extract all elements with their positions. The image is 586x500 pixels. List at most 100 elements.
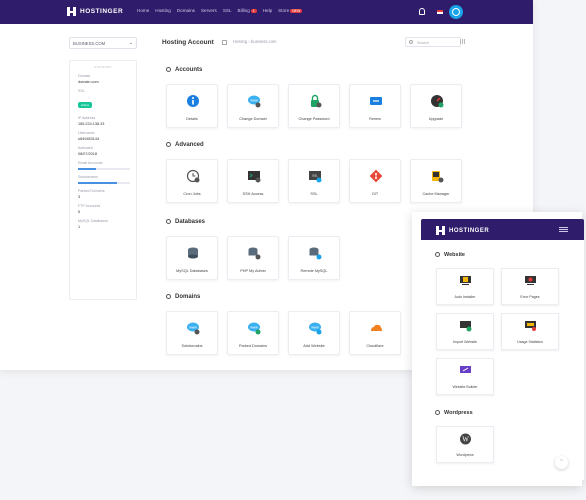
store-badge: NEW — [290, 9, 303, 13]
card-error-pages[interactable]: Error Pages — [501, 268, 559, 305]
ip-label: IP Address — [78, 116, 96, 120]
lock-icon — [311, 94, 322, 108]
card-cache-manager[interactable]: Cache Manager — [410, 159, 462, 203]
email-accounts-bar — [78, 168, 130, 170]
home-icon[interactable] — [222, 40, 227, 45]
card-renew[interactable]: Renew — [349, 84, 401, 128]
bell-icon[interactable] — [419, 8, 425, 15]
card-label: SSH Access — [242, 192, 264, 196]
ssl-status-badge: Active — [78, 102, 93, 108]
card-mysql-databases[interactable]: MySQL Databases — [166, 236, 218, 280]
section-advanced-label: Advanced — [175, 142, 204, 148]
chevron-down-icon: ⌄ — [128, 40, 133, 46]
top-navbar: HOSTINGER Home Hosting Domains Servers S… — [0, 0, 533, 24]
svg-text:www: www — [250, 326, 258, 330]
activated-value: 08/07/2018 — [78, 152, 98, 156]
card-php-my-admin[interactable]: PHP My Admin — [227, 236, 279, 280]
card-cloudflare[interactable]: Cloudflare — [349, 311, 401, 355]
ssl-label: SSL — [78, 89, 85, 93]
nav-store-label: Store — [278, 8, 290, 13]
breadcrumb[interactable]: Hosting › business.com — [233, 39, 277, 44]
card-subdomains[interactable]: www Subdomains — [166, 311, 218, 355]
email-accounts-label: Email Accounts — [78, 161, 103, 165]
nav-hosting[interactable]: Hosting — [155, 8, 171, 13]
hamburger-menu-icon[interactable] — [559, 227, 568, 232]
clock-icon — [186, 169, 200, 183]
error-page-icon — [525, 276, 536, 285]
globe-www-icon: www — [248, 95, 261, 108]
hostinger-logo-icon — [436, 226, 445, 235]
nav-domains[interactable]: Domains — [177, 8, 195, 13]
username-label: Username — [78, 131, 95, 135]
nav-ssl[interactable]: SSL — [223, 8, 232, 13]
domain-select[interactable]: BUSINESS.COM ⌄ — [69, 37, 137, 49]
section-wordpress-title: Wordpress — [435, 410, 473, 416]
nav-help[interactable]: Help — [263, 8, 272, 13]
card-ssh-access[interactable]: SSH Access — [227, 159, 279, 203]
language-flag-icon[interactable] — [437, 10, 443, 14]
card-label: Auto Installer — [454, 295, 476, 299]
card-auto-installer[interactable]: Auto Installer — [436, 268, 494, 305]
brand-logo[interactable]: HOSTINGER — [67, 7, 123, 16]
card-details[interactable]: Details — [166, 84, 218, 128]
website-builder-icon — [460, 366, 471, 373]
section-bullet-icon — [166, 142, 171, 147]
section-advanced-title: Advanced — [166, 142, 204, 148]
svg-text:SSL: SSL — [312, 174, 318, 178]
card-label: Wordpress — [456, 453, 474, 457]
card-add-website[interactable]: www Add Website — [288, 311, 340, 355]
card-usage-statistics[interactable]: Usage Statistics — [501, 313, 559, 350]
card-git[interactable]: GIT — [349, 159, 401, 203]
domain-value: domain.com — [78, 80, 99, 84]
card-parked-domains[interactable]: www Parked Domains — [227, 311, 279, 355]
nav-servers[interactable]: Servers — [201, 8, 217, 13]
mysql-databases-value: 1 — [78, 225, 81, 229]
mobile-brand-logo[interactable]: HOSTINGER — [436, 226, 489, 235]
nav-store[interactable]: Store NEW — [278, 8, 303, 13]
section-bullet-icon — [435, 410, 440, 415]
card-upgrade[interactable]: Upgrade — [410, 84, 462, 128]
remote-database-icon — [309, 247, 322, 260]
nav-home[interactable]: Home — [137, 8, 149, 13]
svg-text:www: www — [189, 326, 197, 330]
globe-www-icon: www — [248, 322, 261, 335]
ip-value: 185.224.138.33 — [78, 122, 105, 126]
card-cron-jobs[interactable]: Cron Jobs — [166, 159, 218, 203]
section-wordpress-label: Wordpress — [444, 410, 473, 416]
svg-text:www: www — [311, 326, 319, 330]
account-header: ACCOUNT — [94, 65, 112, 69]
card-label: Import Website — [452, 340, 478, 344]
card-label: Change Domain — [239, 117, 267, 121]
parked-domains-value: 3 — [78, 195, 81, 199]
nav-links: Home Hosting Domains Servers SSL Billing… — [137, 8, 303, 13]
mobile-top-navbar: HOSTINGER — [421, 219, 584, 240]
card-ssl[interactable]: SSL SSL — [288, 159, 340, 203]
card-website-builder[interactable]: Website Builder — [436, 358, 494, 395]
card-import-website[interactable]: Import Website — [436, 313, 494, 350]
mobile-panel-window: HOSTINGER Website Auto Installer Error P… — [412, 212, 584, 486]
cloudflare-icon — [371, 324, 382, 331]
card-remote-mysql[interactable]: Remote MySQL — [288, 236, 340, 280]
scroll-to-top-button[interactable]: ⌃ — [555, 456, 568, 469]
card-label: Website Builder — [452, 385, 478, 389]
git-icon — [369, 169, 383, 183]
activated-label: Activated — [78, 146, 93, 150]
hostinger-logo-icon — [67, 7, 76, 16]
card-change-domain[interactable]: www Change Domain — [227, 84, 279, 128]
grid-view-icon[interactable] — [460, 39, 465, 44]
nav-billing[interactable]: Billing 1 — [238, 8, 257, 13]
ftp-accounts-value: 5 — [78, 210, 81, 214]
card-wordpress[interactable]: W Wordpress — [436, 426, 494, 463]
import-icon — [460, 321, 472, 332]
mobile-brand-name: HOSTINGER — [449, 227, 490, 234]
card-change-password[interactable]: Change Password — [288, 84, 340, 128]
speedometer-icon — [431, 95, 444, 108]
power-icon[interactable] — [449, 5, 463, 19]
section-bullet-icon — [435, 252, 440, 257]
card-label: GIT — [371, 192, 379, 196]
parked-domains-label: Parked Domains — [78, 189, 105, 193]
search-input[interactable]: Search — [405, 37, 461, 47]
database-icon — [188, 247, 198, 259]
card-label: Parked Domains — [238, 344, 268, 348]
card-label: Cron Jobs — [183, 192, 201, 196]
